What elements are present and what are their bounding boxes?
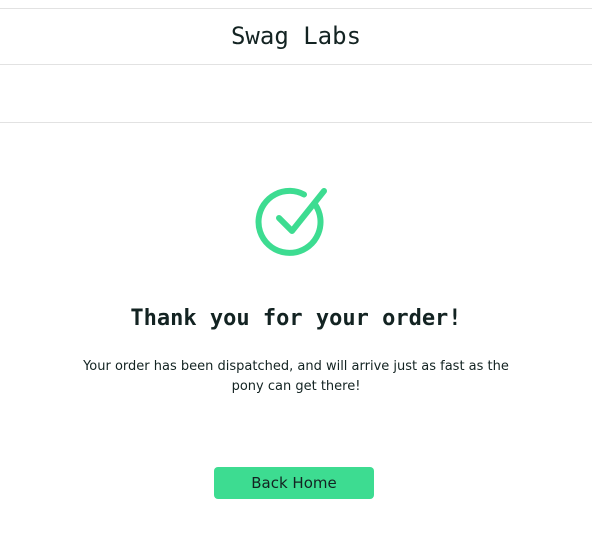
header: Swag Labs: [0, 8, 592, 65]
checkmark-circle-icon: [255, 187, 327, 256]
complete-heading: Thank you for your order!: [130, 306, 462, 331]
back-home-button[interactable]: Back Home: [214, 467, 374, 499]
secondary-header: [0, 65, 592, 123]
app-logo-title: Swag Labs: [230, 21, 362, 50]
checkout-complete-page: Swag Labs Thank you for your order! Your…: [0, 0, 592, 552]
complete-message: Your order has been dispatched, and will…: [83, 359, 509, 394]
